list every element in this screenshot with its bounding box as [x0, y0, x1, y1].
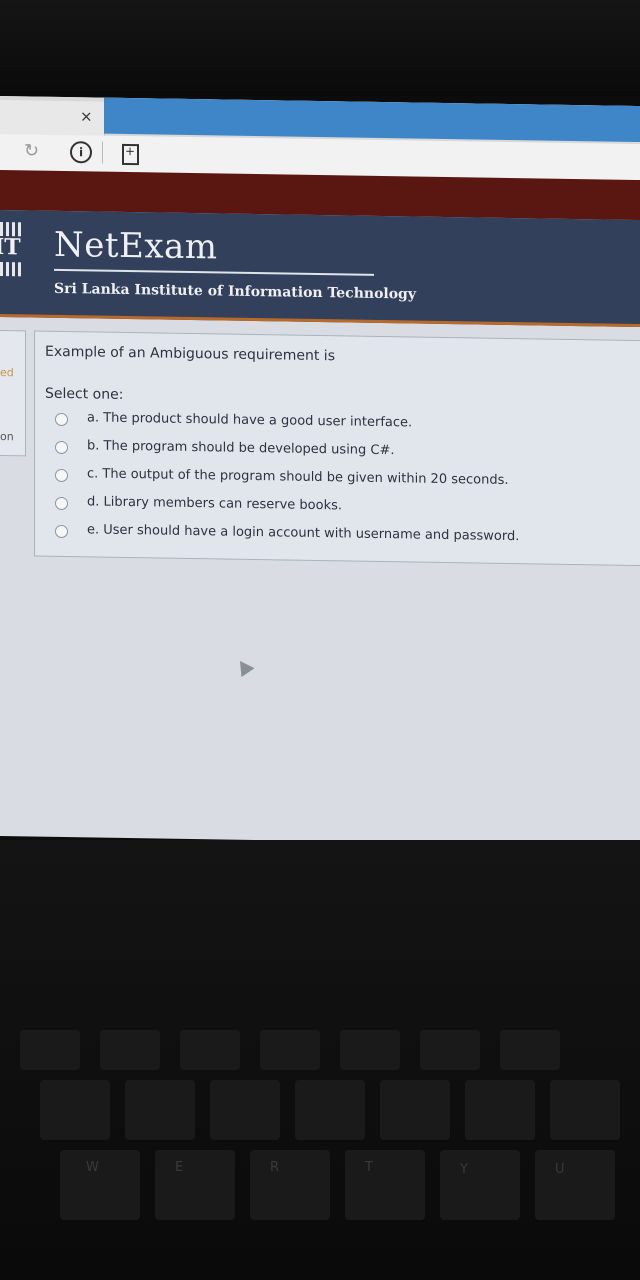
tab-strip-empty — [104, 97, 640, 143]
select-one-label: Select one: — [45, 385, 124, 403]
option-label[interactable]: d. Library members can reserve books. — [87, 494, 342, 513]
reload-icon[interactable]: ↻ — [24, 140, 39, 161]
key-label: W — [86, 1160, 99, 1175]
mouse-cursor-icon — [233, 656, 255, 678]
radio-button[interactable] — [55, 496, 68, 511]
radio-button[interactable] — [55, 468, 68, 483]
monitor-bezel-top — [0, 0, 640, 96]
option-label[interactable]: e. User should have a login account with… — [87, 522, 519, 544]
key — [465, 1080, 535, 1140]
key-label: Y — [460, 1162, 468, 1177]
logo-text: IT — [0, 233, 21, 261]
radio-button[interactable] — [55, 524, 68, 539]
info-icon[interactable]: i — [70, 141, 92, 164]
key — [550, 1080, 620, 1140]
key-y: Y — [440, 1150, 520, 1220]
question-box: Example of an Ambiguous requirement is S… — [34, 330, 640, 567]
key — [210, 1080, 280, 1140]
key-r: R — [250, 1150, 330, 1220]
option-label[interactable]: c. The output of the program should be g… — [87, 466, 509, 488]
option-label[interactable]: b. The program should be developed using… — [87, 438, 395, 458]
key-label: E — [175, 1160, 184, 1175]
key — [100, 1030, 160, 1070]
key-e: E — [155, 1150, 235, 1220]
key — [260, 1030, 320, 1070]
site-brand[interactable]: NetExam — [54, 225, 218, 268]
info-panel-text: ed — [0, 366, 14, 380]
tab-close-icon[interactable]: × — [80, 107, 93, 125]
key-label: R — [270, 1160, 280, 1175]
key-t: T — [345, 1150, 425, 1220]
key — [295, 1080, 365, 1140]
key — [340, 1030, 400, 1070]
key — [380, 1080, 450, 1140]
institute-name: Sri Lanka Institute of Information Techn… — [54, 280, 416, 303]
key-w: W — [60, 1150, 140, 1220]
option-label[interactable]: a. The product should have a good user i… — [87, 410, 412, 430]
browser-tab[interactable]: × — [0, 100, 105, 136]
radio-button[interactable] — [55, 440, 68, 455]
radio-button[interactable] — [55, 412, 68, 427]
brand-underline — [54, 268, 374, 276]
key-u: U — [535, 1150, 615, 1220]
divider — [102, 141, 103, 164]
key — [180, 1030, 240, 1070]
key-label: U — [555, 1162, 565, 1177]
laptop-keyboard: W E R T Y U — [0, 840, 640, 1280]
question-text: Example of an Ambiguous requirement is — [45, 343, 335, 365]
key-label: T — [365, 1160, 373, 1175]
key — [20, 1030, 80, 1070]
key — [40, 1080, 110, 1140]
site-header: IT NetExam Sri Lanka Institute of Inform… — [0, 210, 640, 328]
info-panel-text: on — [0, 430, 14, 444]
key — [125, 1080, 195, 1140]
page-icon[interactable] — [122, 143, 139, 166]
key — [500, 1030, 560, 1070]
key — [420, 1030, 480, 1070]
screen: × ↻ i IT NetExam Sri Lanka Institute of … — [0, 96, 640, 847]
sliit-logo: IT — [0, 221, 24, 280]
